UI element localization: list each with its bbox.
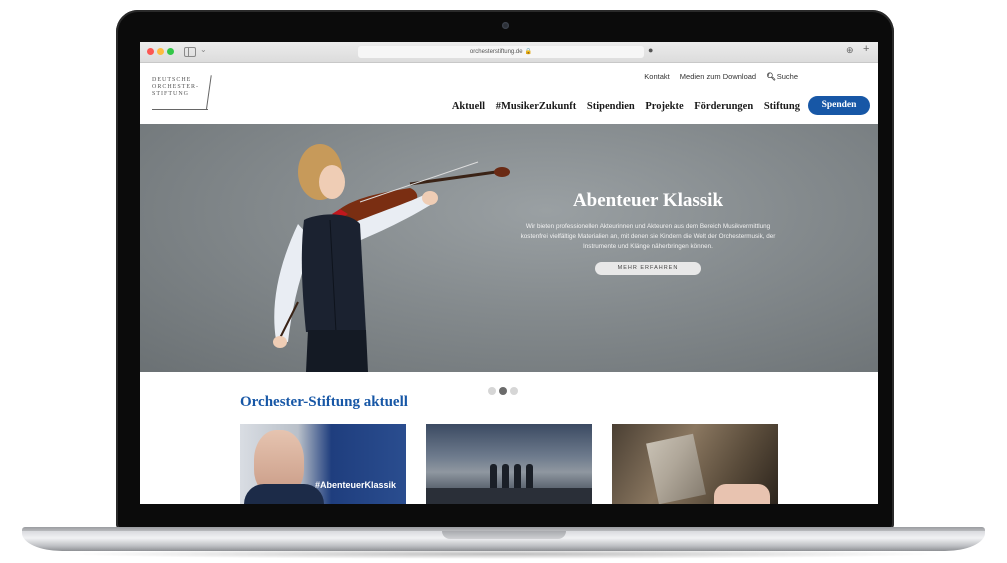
nav-item-stiftung[interactable]: Stiftung (764, 101, 800, 112)
logo-baton (206, 75, 212, 110)
chevron-down-icon[interactable]: ⌄ (200, 45, 207, 54)
maximize-window-button[interactable] (167, 48, 174, 55)
browser-toolbar: ⌄ orchesterstiftung.de 🔒 ● ⊕ + (140, 42, 878, 63)
url-text: orchesterstiftung.de (469, 49, 523, 55)
lock-icon: 🔒 (524, 49, 533, 55)
nav-item-projekte[interactable]: Projekte (645, 101, 683, 112)
utility-link-downloads[interactable]: Medien zum Download (680, 72, 756, 81)
site-logo[interactable]: DEUTSCHE ORCHESTER- STIFTUNG (150, 75, 220, 115)
search-icon: 🔍︎ (766, 72, 776, 81)
laptop-notch (442, 531, 566, 539)
hero-title: Abenteuer Klassik (572, 190, 724, 211)
news-card-caption: #AbenteuerKlassik (314, 480, 396, 490)
address-bar[interactable]: orchesterstiftung.de 🔒 (358, 46, 644, 58)
minimize-window-button[interactable] (157, 48, 164, 55)
carousel-dot-3[interactable] (510, 387, 518, 395)
hero-description: Wir bieten professionellen Akteurinnen u… (520, 223, 776, 250)
carousel-dot-2[interactable] (499, 387, 507, 395)
news-section-title: Orchester-Stiftung aktuell (240, 394, 408, 410)
nav-item-aktuell[interactable]: Aktuell (452, 101, 485, 112)
nav-item-musikerzukunft[interactable]: #MusikerZukunft (496, 101, 577, 112)
close-window-button[interactable] (147, 48, 154, 55)
site-header: DEUTSCHE ORCHESTER- STIFTUNG Kontakt Med… (140, 63, 878, 124)
news-card[interactable] (426, 424, 592, 504)
logo-text: DEUTSCHE ORCHESTER- STIFTUNG (152, 77, 199, 98)
reload-icon[interactable]: ● (648, 45, 653, 55)
news-card[interactable] (612, 424, 778, 504)
utility-link-search[interactable]: 🔍︎Suche (766, 72, 798, 81)
nav-item-foerderungen[interactable]: Förderungen (694, 101, 753, 112)
hero-slider: Abenteuer Klassik Wir bieten professione… (140, 124, 878, 372)
portrait-suit (244, 484, 324, 504)
browser-window: ⌄ orchesterstiftung.de 🔒 ● ⊕ + DEUTSCHE O… (140, 42, 878, 504)
logo-line-3: STIFTUNG (152, 91, 190, 97)
camera-icon (502, 22, 509, 29)
carousel-dot-1[interactable] (488, 387, 496, 395)
download-icon[interactable]: ⊕ (846, 45, 854, 56)
nav-item-stipendien[interactable]: Stipendien (587, 101, 635, 112)
hero-image-violinist (273, 144, 510, 372)
utility-nav: Kontakt Medien zum Download 🔍︎Suche (636, 72, 798, 81)
carousel-indicators (488, 382, 521, 400)
logo-line-2: ORCHESTER- (152, 84, 200, 90)
utility-link-kontakt[interactable]: Kontakt (644, 72, 669, 81)
learn-more-button[interactable]: MEHR ERFAHREN (595, 262, 701, 275)
logo-line-1: DEUTSCHE (152, 77, 192, 83)
hand-image (714, 484, 770, 504)
award-trophy-image (646, 433, 706, 504)
main-nav: Aktuell #MusikerZukunft Stipendien Proje… (444, 101, 800, 112)
search-label: Suche (776, 72, 798, 81)
donate-button[interactable]: Spenden (808, 96, 870, 115)
new-tab-button[interactable]: + (863, 43, 869, 55)
sidebar-toggle-icon[interactable] (184, 47, 196, 57)
shore-rocks (426, 488, 592, 504)
logo-baseline (152, 109, 208, 110)
news-card[interactable]: #AbenteuerKlassik (240, 424, 406, 504)
hero-content: Abenteuer Klassik Wir bieten professione… (512, 190, 784, 275)
